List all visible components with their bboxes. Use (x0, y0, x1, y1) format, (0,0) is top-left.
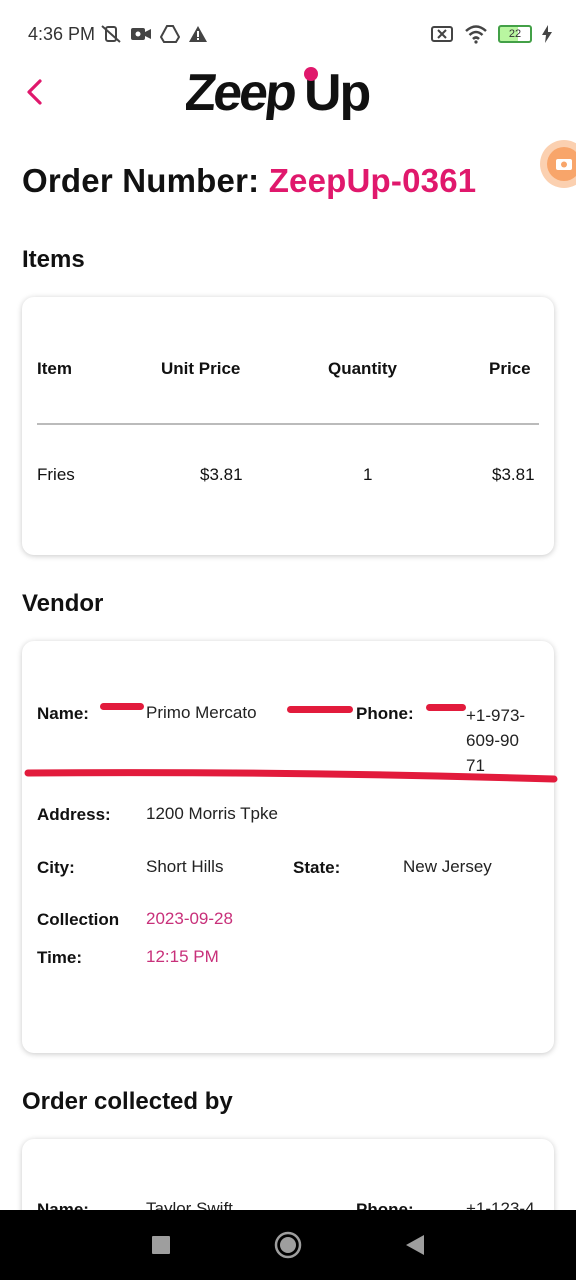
column-header-item: Item (37, 359, 72, 378)
nav-square-icon[interactable] (152, 1236, 170, 1254)
order-number-label: Order Number: (22, 162, 260, 199)
vendor-phone-label: Phone: (356, 704, 414, 723)
svg-text:Zeep: Zeep (186, 64, 298, 120)
items-heading: Items (22, 246, 85, 273)
vendor-address-label: Address: (37, 805, 111, 824)
logo-graphic: Zeep Up (182, 64, 372, 122)
vendor-state-value: New Jersey (403, 857, 492, 876)
column-header-unit-price: Unit Price (161, 359, 241, 378)
row-quantity: 1 (363, 465, 373, 484)
row-item-name: Fries (37, 465, 75, 484)
nav-back-icon[interactable] (406, 1235, 424, 1255)
collected-by-heading: Order collected by (22, 1088, 233, 1115)
vendor-city-value: Short Hills (146, 857, 224, 876)
annotation-underline (24, 769, 558, 783)
order-number-value: ZeepUp-0361 (268, 162, 477, 199)
back-button[interactable] (20, 74, 48, 110)
muted-vibrate-icon (101, 25, 121, 43)
zeepup-logo: Zeep Up (182, 62, 376, 122)
vendor-name-value: Primo Mercato (146, 703, 257, 722)
status-right-icons: 22 (430, 24, 552, 44)
vendor-phone-line-2: 609-90 (466, 731, 519, 750)
nav-circle-icon[interactable] (274, 1231, 302, 1259)
vendor-phone-line-1: +1-973- (466, 706, 526, 725)
back-chevron-icon (27, 79, 42, 105)
video-camera-icon (131, 28, 151, 40)
annotation-mark (426, 704, 466, 711)
system-nav-bar (0, 1210, 576, 1280)
column-header-price: Price (489, 359, 531, 378)
vendor-time-label: Time: (37, 948, 83, 967)
drive-icon (160, 25, 180, 43)
vendor-heading: Vendor (22, 590, 104, 617)
charging-bolt-icon (542, 25, 552, 43)
vendor-name-label: Name: (37, 704, 89, 723)
warning-icon (189, 26, 207, 42)
annotation-mark (287, 706, 353, 713)
vendor-state-label: State: (293, 858, 341, 877)
table-divider (37, 423, 539, 425)
status-left-icons (100, 24, 208, 44)
vendor-time-value: 12:15 PM (146, 947, 219, 966)
status-bar: 4:36 PM 22 (0, 0, 576, 70)
row-unit-price: $3.81 (200, 465, 243, 484)
vendor-collection-label: Collection (37, 910, 120, 929)
camera-icon (547, 147, 576, 181)
no-sim-icon (431, 26, 453, 42)
column-header-quantity: Quantity (328, 359, 397, 378)
annotation-mark (100, 703, 144, 710)
items-card: Item Unit Price Quantity Price Fries $3.… (22, 297, 554, 555)
vendor-address-value: 1200 Morris Tpke (146, 804, 278, 823)
status-time: 4:36 PM (28, 24, 96, 44)
floating-camera-button[interactable] (540, 140, 576, 188)
row-price: $3.81 (492, 465, 535, 484)
order-number-title: Order Number: ZeepUp-0361 (22, 162, 476, 200)
wifi-icon (465, 25, 487, 44)
vendor-collection-date: 2023-09-28 (146, 909, 233, 928)
vendor-city-label: City: (37, 858, 75, 877)
battery-icon: 22 (498, 25, 532, 43)
